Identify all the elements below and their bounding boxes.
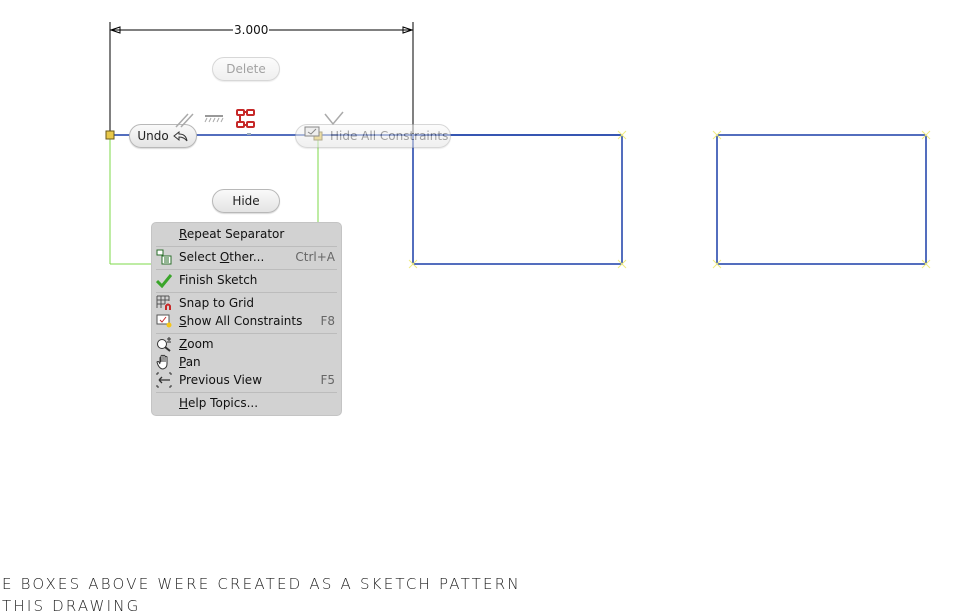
menu-separator (156, 392, 337, 393)
perpendicular-constraint-icon[interactable] (323, 110, 345, 128)
coincident-constraint-icon[interactable] (235, 108, 257, 130)
menu-item-zoom[interactable]: Zoom (152, 335, 341, 353)
endpoint-marker[interactable] (105, 130, 115, 140)
menu-item-snap-to-grid[interactable]: Snap to Grid (152, 294, 341, 312)
menu-item-label: Repeat Separator (179, 227, 285, 241)
menu-item-label: Snap to Grid (179, 296, 255, 310)
menu-item-repeat-separator[interactable]: Repeat Separator (152, 225, 341, 243)
checkmark-icon (156, 274, 172, 288)
previous-view-icon (156, 372, 172, 388)
menu-item-label: Help Topics... (179, 396, 259, 410)
shortcut-label: F5 (320, 373, 335, 387)
menu-separator (156, 269, 337, 270)
horizontal-constraint-icon[interactable] (204, 114, 224, 124)
midpoint-marker (247, 133, 251, 135)
context-menu: Repeat Separator Select Other... Ctrl+A … (151, 222, 342, 416)
menu-item-label: Select Other... (179, 250, 265, 264)
menu-item-label: Show All Constraints (179, 314, 303, 328)
parallel-constraint-icon[interactable] (174, 112, 194, 128)
menu-item-show-all-constraints[interactable]: Show All Constraints F8 (152, 312, 341, 330)
menu-item-label: Finish Sketch (179, 273, 258, 287)
drawing-note-line-2: THIS DRAWING (2, 597, 141, 615)
delete-button[interactable]: Delete (212, 57, 280, 81)
menu-item-label: Previous View (179, 373, 263, 387)
undo-label: Undo (137, 129, 169, 143)
zoom-icon (157, 337, 171, 352)
shortcut-label: F8 (320, 314, 335, 328)
sketch-rectangle-3[interactable] (716, 134, 927, 265)
menu-item-label: Pan (179, 355, 201, 369)
corner-point-markers (408, 130, 931, 269)
hide-all-constraints-label: Hide All Constraints (330, 129, 449, 143)
drawing-note-line-1: E BOXES ABOVE WERE CREATED AS A SKETCH P… (2, 575, 521, 593)
sketch-rectangle-2[interactable] (412, 134, 623, 265)
menu-item-help-topics[interactable]: Help Topics... (152, 394, 341, 412)
menu-item-pan[interactable]: Pan (152, 353, 341, 371)
undo-arrow-icon (172, 130, 188, 142)
hide-label: Hide (232, 194, 260, 208)
menu-item-finish-sketch[interactable]: Finish Sketch (152, 271, 341, 289)
show-constraints-icon (156, 314, 172, 328)
menu-item-select-other[interactable]: Select Other... Ctrl+A (152, 248, 341, 266)
hide-button[interactable]: Hide (212, 189, 280, 213)
shortcut-label: Ctrl+A (295, 250, 335, 264)
delete-label: Delete (226, 62, 266, 76)
constraints-icon (304, 126, 320, 137)
snap-grid-icon (156, 295, 171, 310)
menu-separator (156, 292, 337, 293)
menu-item-previous-view[interactable]: Previous View F5 (152, 371, 341, 389)
menu-separator (156, 333, 337, 334)
sketch-canvas[interactable] (0, 0, 956, 607)
menu-item-label: Zoom (179, 337, 214, 351)
dimension-value[interactable]: 3.000 (233, 23, 270, 37)
menu-separator (156, 246, 337, 247)
pan-hand-icon (156, 354, 168, 370)
select-other-icon (156, 249, 172, 265)
